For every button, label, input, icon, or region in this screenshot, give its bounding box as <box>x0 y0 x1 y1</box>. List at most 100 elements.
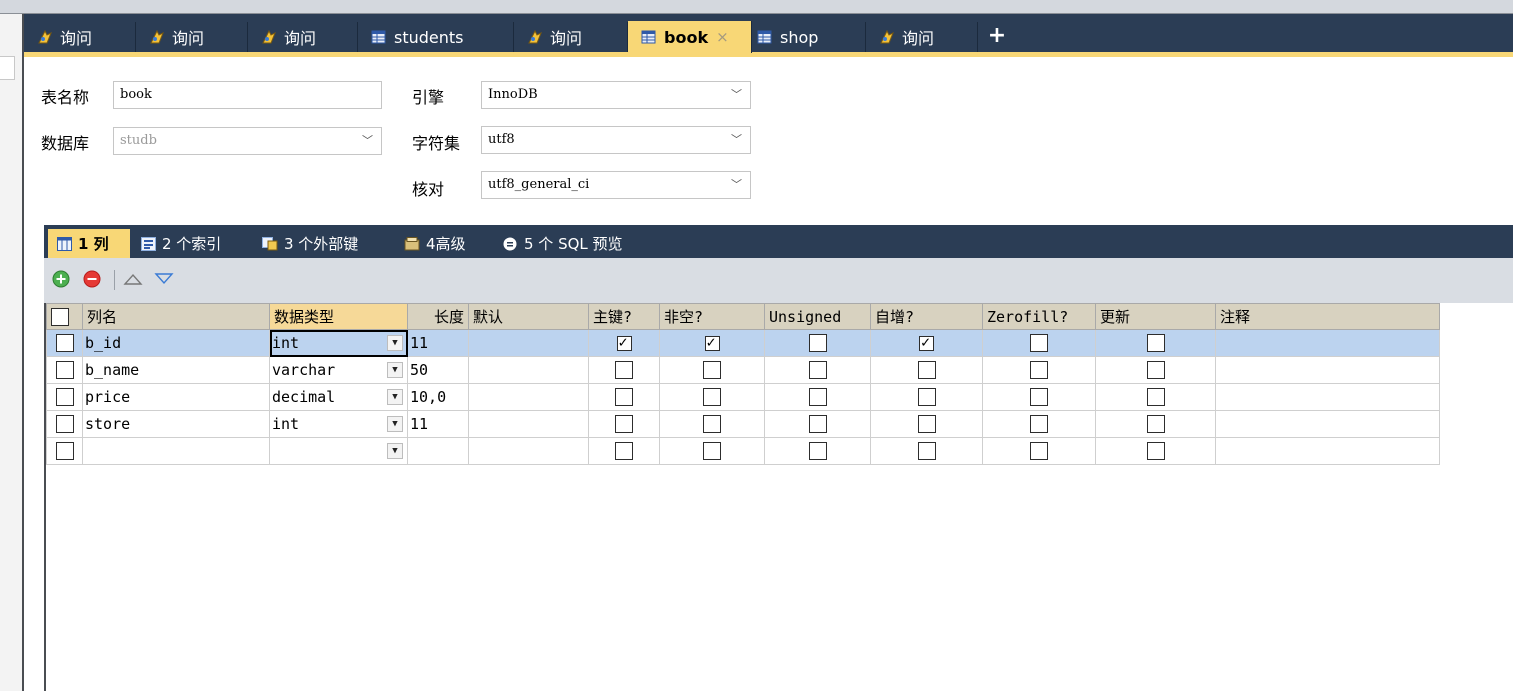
auto-increment-checkbox[interactable] <box>917 442 936 461</box>
primary-key-checkbox[interactable] <box>615 442 633 461</box>
subtab-advanced[interactable]: 4高级 <box>396 229 492 258</box>
column-name-cell[interactable]: b_name <box>82 356 270 384</box>
row-select-cell[interactable] <box>46 410 83 438</box>
dropdown-arrow-icon[interactable]: ▼ <box>387 362 403 378</box>
tab-query-3[interactable]: 询问 <box>248 22 358 52</box>
column-name-cell[interactable]: store <box>82 410 270 438</box>
primary-key-cell[interactable] <box>588 329 660 357</box>
header-not-null[interactable]: 非空? <box>659 303 765 330</box>
header-length[interactable]: 长度 <box>407 303 469 330</box>
auto-increment-cell[interactable] <box>870 410 983 438</box>
tab-query-5[interactable]: 询问 <box>866 22 978 52</box>
object-browser-pane[interactable] <box>0 14 24 691</box>
default-cell[interactable] <box>468 410 589 438</box>
not-null-checkbox[interactable] <box>703 442 721 461</box>
data-type-cell[interactable]: ▼ <box>269 437 408 465</box>
dropdown-arrow-icon[interactable]: ▼ <box>387 335 403 351</box>
tab-query-1[interactable]: 询问 <box>24 22 136 52</box>
row-select-checkbox[interactable] <box>55 334 74 353</box>
not-null-cell[interactable] <box>659 410 765 438</box>
tab-query-4[interactable]: 询问 <box>514 22 628 52</box>
add-column-button[interactable] <box>51 269 71 289</box>
unsigned-cell[interactable] <box>764 437 871 465</box>
unsigned-checkbox[interactable] <box>808 442 827 461</box>
zerofill-cell[interactable] <box>982 383 1096 411</box>
column-name-cell[interactable] <box>82 437 270 465</box>
table-row[interactable]: b_id int ▼ 11 <box>46 329 1440 357</box>
update-checkbox[interactable] <box>1146 334 1165 353</box>
table-row[interactable]: price decimal ▼ 10,0 <box>46 383 1440 411</box>
row-select-cell[interactable] <box>46 356 83 384</box>
unsigned-checkbox[interactable] <box>808 388 827 407</box>
data-type-cell[interactable]: decimal ▼ <box>269 383 408 411</box>
update-cell[interactable] <box>1095 356 1216 384</box>
collation-select[interactable]: utf8_general_ci ﹀ <box>481 171 751 199</box>
row-select-checkbox[interactable] <box>55 442 74 461</box>
row-select-checkbox[interactable] <box>55 361 74 380</box>
zerofill-cell[interactable] <box>982 329 1096 357</box>
default-cell[interactable] <box>468 329 589 357</box>
tab-query-2[interactable]: 询问 <box>136 22 248 52</box>
length-cell[interactable]: 11 <box>407 410 469 438</box>
update-checkbox[interactable] <box>1146 388 1165 407</box>
header-update[interactable]: 更新 <box>1095 303 1216 330</box>
primary-key-checkbox[interactable] <box>616 333 632 351</box>
auto-increment-checkbox[interactable] <box>917 361 936 380</box>
subtab-foreign-keys[interactable]: 3 个外部键 <box>254 229 394 258</box>
engine-select[interactable]: InnoDB ﹀ <box>481 81 751 109</box>
not-null-checkbox[interactable] <box>704 333 720 351</box>
primary-key-cell[interactable] <box>588 383 660 411</box>
header-zerofill[interactable]: Zerofill? <box>982 303 1096 330</box>
not-null-cell[interactable] <box>659 356 765 384</box>
column-name-cell[interactable]: price <box>82 383 270 411</box>
comment-cell[interactable] <box>1215 410 1440 438</box>
default-cell[interactable] <box>468 437 589 465</box>
not-null-cell[interactable] <box>659 437 765 465</box>
zerofill-checkbox[interactable] <box>1030 361 1048 380</box>
object-browser-item[interactable] <box>0 56 15 80</box>
update-checkbox[interactable] <box>1146 415 1165 434</box>
data-type-cell[interactable]: varchar ▼ <box>269 356 408 384</box>
auto-increment-cell[interactable] <box>870 383 983 411</box>
data-type-cell[interactable]: int ▼ <box>269 410 408 438</box>
header-column-name[interactable]: 列名 <box>82 303 270 330</box>
update-cell[interactable] <box>1095 410 1216 438</box>
default-cell[interactable] <box>468 356 589 384</box>
move-down-button[interactable] <box>154 269 174 289</box>
dropdown-arrow-icon[interactable]: ▼ <box>387 416 403 432</box>
length-cell[interactable]: 50 <box>407 356 469 384</box>
auto-increment-cell[interactable] <box>870 437 983 465</box>
comment-cell[interactable] <box>1215 356 1440 384</box>
table-row[interactable]: b_name varchar ▼ 50 <box>46 356 1440 384</box>
row-select-checkbox[interactable] <box>55 388 74 407</box>
unsigned-checkbox[interactable] <box>808 415 827 434</box>
row-select-cell[interactable] <box>46 383 83 411</box>
primary-key-checkbox[interactable] <box>615 415 633 434</box>
not-null-checkbox[interactable] <box>703 415 721 434</box>
primary-key-checkbox[interactable] <box>615 361 633 380</box>
row-select-cell[interactable] <box>46 437 83 465</box>
comment-cell[interactable] <box>1215 437 1440 465</box>
header-primary-key[interactable]: 主键? <box>588 303 660 330</box>
tab-shop[interactable]: shop <box>752 22 866 52</box>
update-cell[interactable] <box>1095 437 1216 465</box>
not-null-cell[interactable] <box>659 383 765 411</box>
unsigned-checkbox[interactable] <box>808 361 827 380</box>
comment-cell[interactable] <box>1215 383 1440 411</box>
dropdown-arrow-icon[interactable]: ▼ <box>387 443 403 459</box>
zerofill-cell[interactable] <box>982 356 1096 384</box>
unsigned-cell[interactable] <box>764 329 871 357</box>
header-auto-increment[interactable]: 自增? <box>870 303 983 330</box>
update-cell[interactable] <box>1095 329 1216 357</box>
auto-increment-checkbox[interactable] <box>919 333 934 351</box>
length-cell[interactable] <box>407 437 469 465</box>
subtab-columns[interactable]: 1 列 <box>48 229 130 258</box>
zerofill-checkbox[interactable] <box>1030 415 1048 434</box>
header-data-type[interactable]: 数据类型 <box>269 303 408 330</box>
column-name-cell[interactable]: b_id <box>82 329 270 357</box>
primary-key-cell[interactable] <box>588 437 660 465</box>
table-row[interactable]: store int ▼ 11 <box>46 410 1440 438</box>
select-all-checkbox[interactable] <box>51 307 69 326</box>
zerofill-checkbox[interactable] <box>1030 388 1048 407</box>
zerofill-cell[interactable] <box>982 437 1096 465</box>
